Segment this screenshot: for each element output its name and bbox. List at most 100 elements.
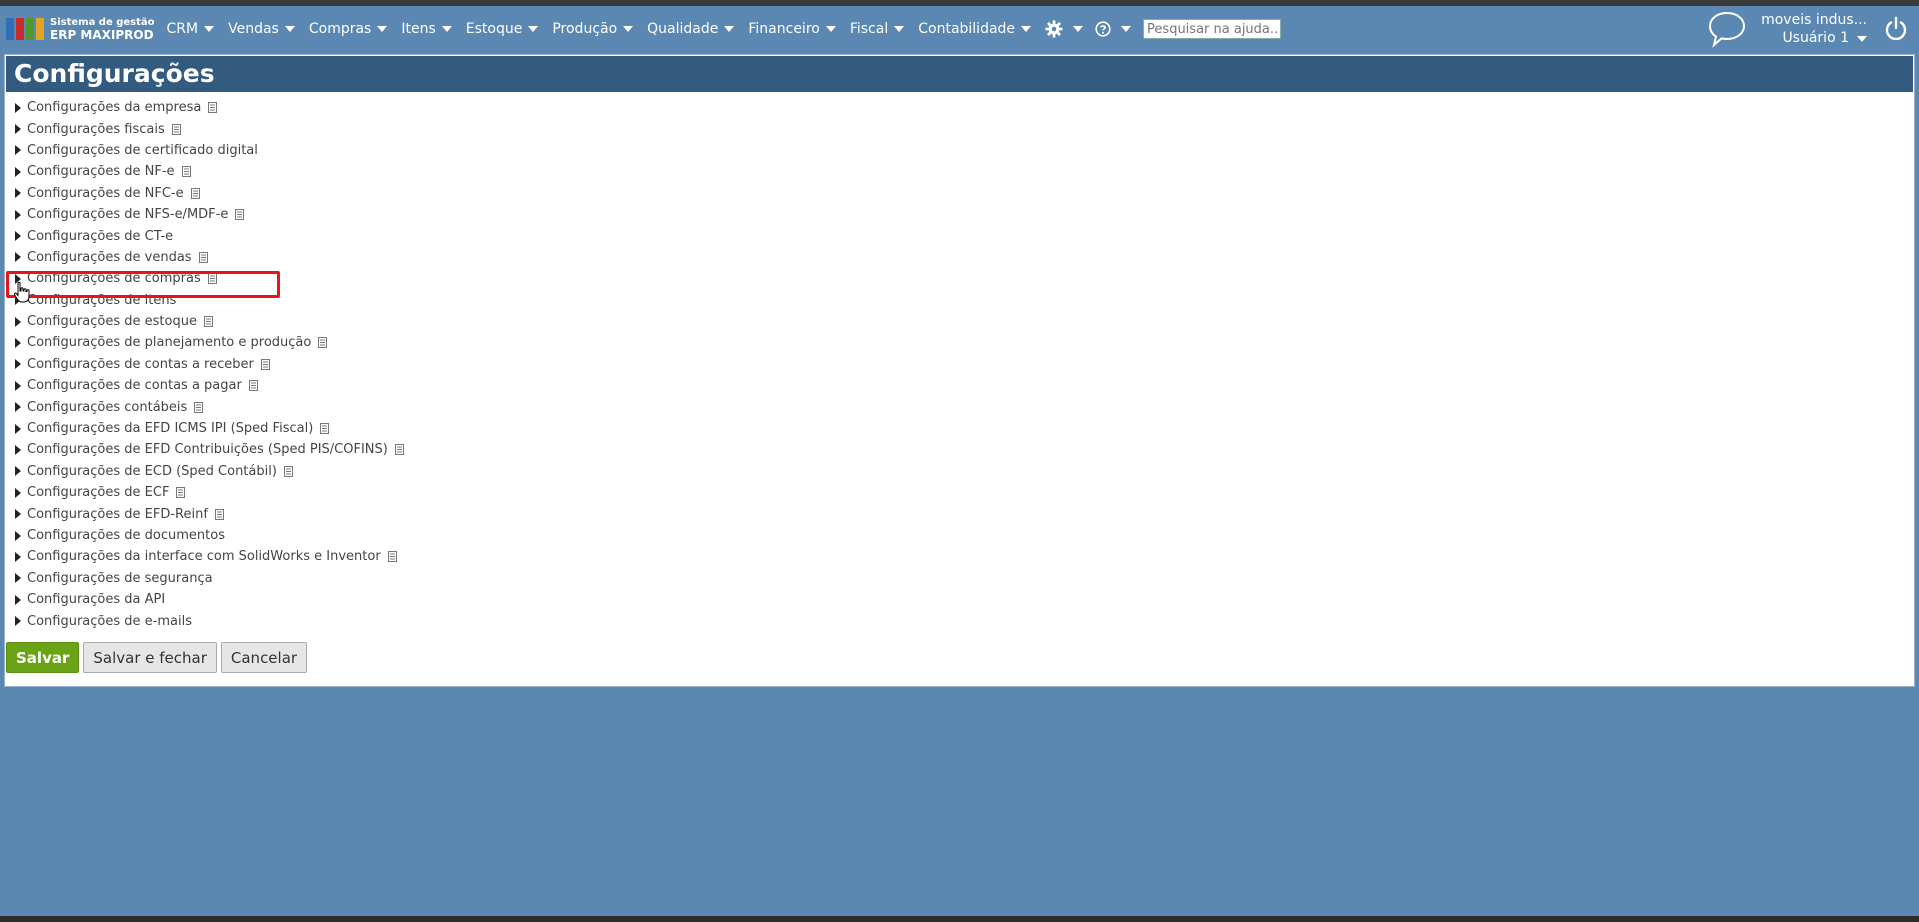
chat-icon[interactable] [1707,10,1747,48]
settings-item-label[interactable]: Configurações da API [27,592,165,607]
expand-arrow-icon[interactable] [15,487,21,498]
document-icon[interactable] [190,187,200,199]
settings-item-efd-contribuicoes[interactable]: Configurações de EFD Contribuições (Sped… [15,439,1914,460]
expand-arrow-icon[interactable] [15,166,21,177]
settings-item-compras[interactable]: Configurações de compras [15,268,1914,289]
settings-item-label[interactable]: Configurações contábeis [27,400,187,415]
menu-producao[interactable]: Produção [552,21,634,37]
settings-item-label[interactable]: Configurações de NF-e [27,164,175,179]
settings-item-ecf[interactable]: Configurações de ECF [15,482,1914,503]
settings-item-efd-icms-ipi[interactable]: Configurações da EFD ICMS IPI (Sped Fisc… [15,418,1914,439]
document-icon[interactable] [208,102,218,114]
save-and-close-button[interactable]: Salvar e fechar [83,642,217,673]
expand-arrow-icon[interactable] [15,231,21,242]
settings-item-label[interactable]: Configurações de ECD (Sped Contábil) [27,464,277,479]
settings-item-label[interactable]: Configurações de documentos [27,528,225,543]
settings-item-label[interactable]: Configurações de ECF [27,485,169,500]
settings-item-label[interactable]: Configurações fiscais [27,122,165,137]
document-icon[interactable] [260,358,270,370]
document-icon[interactable] [283,465,293,477]
settings-item-documentos[interactable]: Configurações de documentos [15,525,1914,546]
expand-arrow-icon[interactable] [15,423,21,434]
menu-compras[interactable]: Compras [309,21,388,37]
expand-arrow-icon[interactable] [15,594,21,605]
document-icon[interactable] [214,508,224,520]
settings-item-label[interactable]: Configurações de contas a receber [27,357,254,372]
expand-arrow-icon[interactable] [15,145,21,156]
menu-itens[interactable]: Itens [401,21,452,37]
settings-item-label[interactable]: Configurações da empresa [27,100,201,115]
document-icon[interactable] [318,337,328,349]
user-menu[interactable]: moveis indus... Usuário 1 [1761,11,1867,47]
expand-arrow-icon[interactable] [15,573,21,584]
menu-qualidade[interactable]: Qualidade [647,21,735,37]
expand-arrow-icon[interactable] [15,188,21,199]
settings-item-label[interactable]: Configurações de planejamento e produção [27,335,311,350]
settings-item-label[interactable]: Configurações de estoque [27,314,197,329]
settings-item-nfse-mdfe[interactable]: Configurações de NFS-e/MDF-e [15,204,1914,225]
settings-item-contas-pagar[interactable]: Configurações de contas a pagar [15,375,1914,396]
settings-item-nfce[interactable]: Configurações de NFC-e [15,183,1914,204]
settings-item-nfe[interactable]: Configurações de NF-e [15,161,1914,182]
expand-arrow-icon[interactable] [15,551,21,562]
expand-arrow-icon[interactable] [15,530,21,541]
document-icon[interactable] [394,444,404,456]
power-icon[interactable] [1883,16,1909,42]
settings-item-certificado[interactable]: Configurações de certificado digital [15,140,1914,161]
menu-vendas[interactable]: Vendas [228,21,295,37]
settings-item-emails[interactable]: Configurações de e-mails [15,610,1914,631]
expand-arrow-icon[interactable] [15,124,21,135]
settings-item-contabeis[interactable]: Configurações contábeis [15,396,1914,417]
save-button[interactable]: Salvar [6,642,80,673]
settings-item-estoque[interactable]: Configurações de estoque [15,311,1914,332]
expand-arrow-icon[interactable] [15,509,21,520]
settings-item-vendas[interactable]: Configurações de vendas [15,247,1914,268]
menu-financeiro[interactable]: Financeiro [748,21,836,37]
help-search-input[interactable] [1143,19,1282,39]
settings-item-solidworks-inventor[interactable]: Configurações da interface com SolidWork… [15,546,1914,567]
app-logo[interactable]: Sistema de gestão ERP MAXIPROD [6,9,155,49]
settings-item-empresa[interactable]: Configurações da empresa [15,97,1914,118]
cancel-button[interactable]: Cancelar [220,642,308,673]
settings-item-label[interactable]: Configurações de contas a pagar [27,378,242,393]
settings-item-label[interactable]: Configurações de vendas [27,250,192,265]
expand-arrow-icon[interactable] [15,402,21,413]
settings-item-label[interactable]: Configurações da EFD ICMS IPI (Sped Fisc… [27,421,313,436]
settings-item-label[interactable]: Configurações de segurança [27,571,213,586]
settings-item-label[interactable]: Configurações de EFD Contribuições (Sped… [27,442,388,457]
settings-item-label[interactable]: Configurações da interface com SolidWork… [27,549,381,564]
document-icon[interactable] [194,401,204,413]
expand-arrow-icon[interactable] [15,252,21,263]
expand-arrow-icon[interactable] [15,102,21,113]
expand-arrow-icon[interactable] [15,616,21,627]
help-menu-button[interactable] [1095,21,1132,37]
settings-item-label[interactable]: Configurações de certificado digital [27,143,258,158]
settings-item-label[interactable]: Configurações de e-mails [27,614,192,629]
document-icon[interactable] [320,423,330,435]
settings-item-api[interactable]: Configurações da API [15,589,1914,610]
expand-arrow-icon[interactable] [15,359,21,370]
document-icon[interactable] [387,551,397,563]
menu-crm[interactable]: CRM [167,21,215,37]
settings-item-contas-receber[interactable]: Configurações de contas a receber [15,354,1914,375]
document-icon[interactable] [198,251,208,263]
document-icon[interactable] [235,209,245,221]
document-icon[interactable] [181,166,191,178]
expand-arrow-icon[interactable] [15,466,21,477]
document-icon[interactable] [171,123,181,135]
expand-arrow-icon[interactable] [15,209,21,220]
settings-item-fiscais[interactable]: Configurações fiscais [15,118,1914,139]
settings-item-label[interactable]: Configurações de CT-e [27,229,173,244]
settings-item-seguranca[interactable]: Configurações de segurança [15,568,1914,589]
expand-arrow-icon[interactable] [15,316,21,327]
document-icon[interactable] [248,380,258,392]
settings-item-label[interactable]: Configurações de EFD-Reinf [27,507,208,522]
document-icon[interactable] [203,316,213,328]
settings-item-efd-reinf[interactable]: Configurações de EFD-Reinf [15,503,1914,524]
settings-item-cte[interactable]: Configurações de CT-e [15,225,1914,246]
settings-menu-button[interactable] [1045,20,1084,38]
document-icon[interactable] [176,487,186,499]
expand-arrow-icon[interactable] [15,380,21,391]
menu-estoque[interactable]: Estoque [466,21,539,37]
settings-item-ecd[interactable]: Configurações de ECD (Sped Contábil) [15,461,1914,482]
